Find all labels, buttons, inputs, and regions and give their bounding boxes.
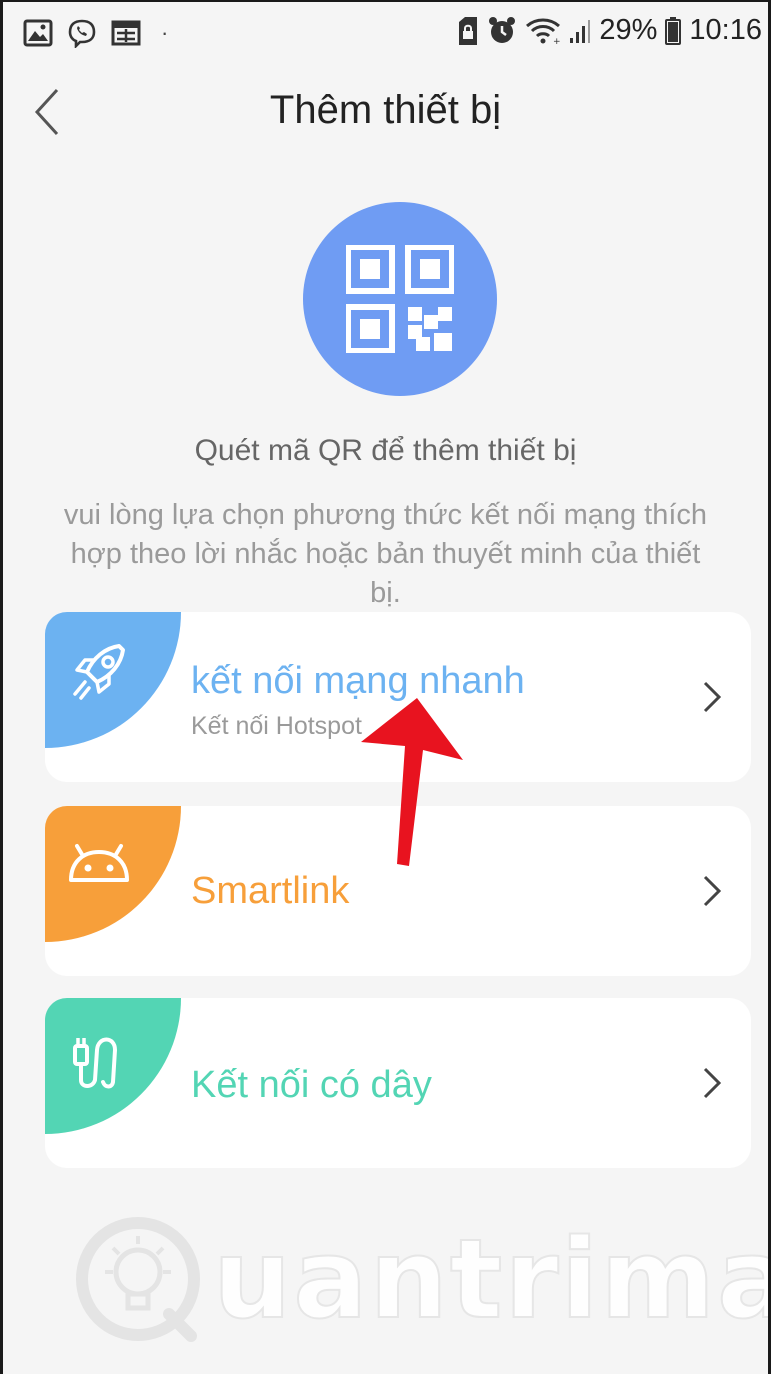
header: Thêm thiết bị: [3, 64, 768, 164]
page-title: Thêm thiết bị: [269, 88, 502, 132]
sim-lock-icon: [459, 16, 478, 45]
option-icon-background: [45, 998, 181, 1134]
viber-icon: [68, 19, 96, 48]
cable-plug-icon: [73, 1037, 118, 1089]
battery-icon: [665, 16, 682, 45]
wifi-icon: +: [526, 18, 561, 45]
watermark: uantrimang: [73, 1214, 768, 1344]
app-screen: · + 29% 10:16 Thêm thiết bị Quét mã QR đ…: [0, 0, 771, 1374]
more-notifications-dot: ·: [161, 20, 169, 45]
rocket-icon: [73, 644, 125, 700]
signal-icon: [570, 19, 591, 43]
gallery-icon: [23, 19, 53, 47]
chevron-right-icon: [703, 681, 722, 713]
watermark-text: uantrimang: [212, 1214, 768, 1344]
android-icon: [69, 844, 129, 882]
instruction-text: vui lòng lựa chọn phương thức kết nối mạ…: [63, 499, 708, 609]
option-wired[interactable]: Kết nối có dây: [45, 998, 751, 1168]
option-sublabel: Kết nối Hotspot: [191, 712, 362, 740]
option-label: kết nối mạng nhanh: [191, 660, 525, 702]
chevron-right-icon: [703, 1067, 722, 1099]
chevron-right-icon: [703, 875, 722, 907]
qr-code-icon: [346, 245, 454, 353]
option-icon-background: [45, 612, 181, 748]
qr-scan-label: Quét mã QR để thêm thiết bị: [194, 434, 577, 467]
alarm-icon: [489, 16, 516, 43]
option-icon-background: [45, 806, 181, 942]
annotation-arrow-icon: [361, 698, 463, 866]
status-bar: · + 29% 10:16: [3, 2, 768, 64]
system-icons: + 29% 10:16: [457, 14, 762, 47]
qr-scan-button[interactable]: [303, 202, 497, 396]
calendar-icon: [111, 20, 141, 46]
lightbulb-logo-icon: [76, 1217, 200, 1342]
notification-icons: ·: [23, 18, 168, 48]
option-label: Smartlink: [191, 870, 350, 912]
battery-percent: 29%: [599, 14, 658, 46]
svg-text:+: +: [553, 37, 561, 45]
clock: 10:16: [689, 14, 762, 46]
option-label: Kết nối có dây: [191, 1064, 432, 1106]
